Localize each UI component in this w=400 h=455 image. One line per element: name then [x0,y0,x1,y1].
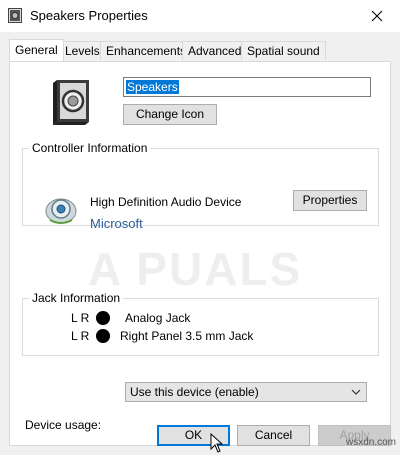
window-title: Speakers Properties [30,8,148,23]
jack-row-1-channels: L R [71,311,90,325]
jack-row-2-label: Right Panel 3.5 mm Jack [120,329,254,343]
controller-device-name: High Definition Audio Device [90,195,242,209]
device-usage-selected: Use this device (enable) [130,385,259,399]
title-bar[interactable]: Speakers Properties [0,0,400,32]
close-button[interactable] [360,2,394,30]
chevron-down-icon [351,389,361,395]
tab-spatial-sound[interactable]: Spatial sound [241,41,326,60]
speaker-device-icon [53,80,89,125]
cancel-button[interactable]: Cancel [237,425,310,446]
controller-information-title: Controller Information [29,141,151,155]
speaker-icon [8,8,22,23]
tab-general[interactable]: General [9,39,64,61]
tab-advanced[interactable]: Advanced [182,41,248,60]
jack-row-1-label: Analog Jack [125,311,191,325]
tab-levels[interactable]: Levels [59,41,106,60]
audio-device-icon [45,198,77,224]
properties-button[interactable]: Properties [293,190,367,211]
watermark: A PUALS [88,243,303,295]
jack-color-dot [96,329,110,343]
change-icon-button[interactable]: Change Icon [123,104,217,125]
tab-enhancements[interactable]: Enhancements [100,41,193,60]
close-icon [371,10,383,22]
device-usage-select[interactable]: Use this device (enable) [125,382,367,402]
jack-row-2-channels: L R [71,329,90,343]
device-name-field[interactable]: Speakers [123,77,371,97]
speakers-properties-window: Speakers Properties General Levels Enhan… [0,0,400,455]
manufacturer-link[interactable]: Microsoft [90,216,143,231]
device-name-value: Speakers [126,80,179,94]
dialog-client: General Levels Enhancements Advanced Spa… [0,32,400,455]
jack-information-title: Jack Information [29,291,124,305]
jack-color-dot [96,311,110,325]
site-watermark: wsxdn.com [345,437,396,448]
jack-information-group: Jack Information [22,291,379,356]
mouse-pointer-icon [210,433,224,453]
device-usage-label: Device usage: [25,418,102,432]
